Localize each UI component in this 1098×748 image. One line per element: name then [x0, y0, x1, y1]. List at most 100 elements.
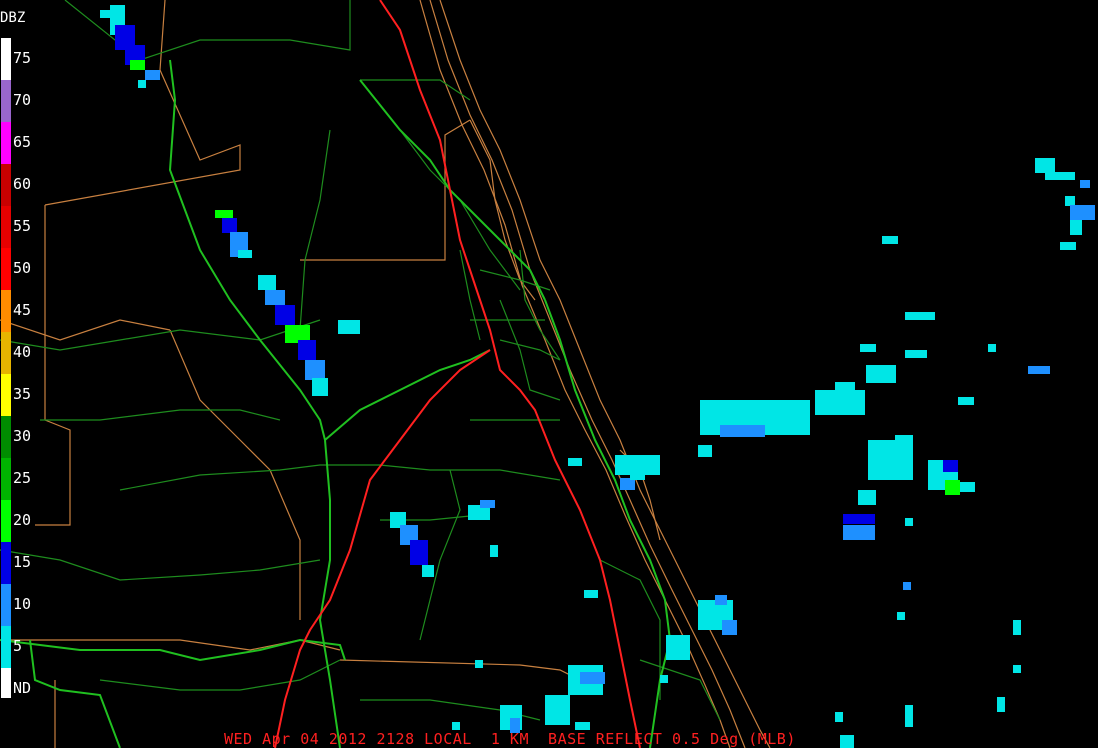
radar-echo-pixel — [480, 500, 495, 508]
radar-echo-pixel — [843, 525, 875, 540]
legend-swatch — [1, 416, 11, 458]
radar-echo-pixel — [1013, 665, 1021, 673]
radar-echo-pixel — [815, 390, 865, 415]
radar-echo-pixel — [905, 350, 927, 358]
radar-echo-pixel — [1070, 205, 1095, 220]
legend-label: 35 — [13, 385, 32, 403]
radar-echo-pixel — [840, 735, 854, 748]
radar-echo-pixel — [312, 378, 328, 396]
legend-label: 65 — [13, 133, 32, 151]
radar-echo-pixel — [138, 80, 146, 88]
radar-echo-pixel — [715, 595, 727, 605]
legend-label: 50 — [13, 259, 32, 277]
legend-swatch — [1, 374, 11, 416]
legend-label: 70 — [13, 91, 32, 109]
radar-echo-pixel — [630, 470, 645, 480]
radar-echo-pixel — [905, 518, 913, 526]
legend-swatch — [1, 248, 11, 290]
radar-echo-pixel — [575, 722, 590, 730]
radar-echo-pixel — [215, 210, 233, 218]
radar-echo-pixel — [945, 480, 960, 495]
radar-echo-pixel — [1045, 172, 1075, 180]
radar-echo-pixel — [1013, 620, 1021, 635]
status-footer: WED Apr 04 2012 2128 LOCAL 1 KM BASE REF… — [224, 730, 796, 748]
legend-swatch — [1, 584, 11, 626]
legend-title: DBZ — [0, 10, 26, 26]
radar-echo-pixel — [958, 397, 974, 405]
legend-label: 45 — [13, 301, 32, 319]
legend-swatch — [1, 668, 11, 698]
radar-echo-pixel — [988, 344, 996, 352]
radar-echo-pixel — [545, 695, 570, 725]
radar-echo-pixel — [222, 218, 237, 233]
radar-echo-pixel — [835, 712, 843, 722]
radar-echo-pixel — [720, 425, 765, 437]
radar-echo-pixel — [452, 722, 460, 730]
radar-echo-pixel — [1035, 158, 1055, 173]
radar-echo-pixel — [298, 340, 316, 360]
dbz-legend: DBZ 75 70 65 60 55 50 45 40 35 30 25 20 15 10 5 ND — [0, 0, 40, 748]
legend-swatch — [1, 458, 11, 500]
legend-label: 25 — [13, 469, 32, 487]
radar-echo-pixel — [860, 344, 876, 352]
radar-echo-pixel — [943, 460, 958, 472]
radar-map — [0, 0, 1095, 748]
legend-label: 30 — [13, 427, 32, 445]
legend-swatch — [1, 626, 11, 668]
radar-echo-pixel — [895, 435, 913, 445]
radar-echo-pixel — [868, 440, 913, 480]
radar-echo-pixel — [410, 540, 428, 565]
radar-echo-pixel — [960, 482, 975, 492]
radar-echoes — [100, 5, 1095, 748]
radar-echo-pixel — [422, 565, 434, 577]
county-boundaries — [0, 0, 581, 748]
radar-echo-pixel — [258, 275, 276, 290]
radar-echo-pixel — [584, 590, 598, 598]
radar-echo-pixel — [905, 312, 935, 320]
major-roads — [0, 59, 671, 748]
radar-echo-pixel — [882, 236, 898, 244]
legend-label: 55 — [13, 217, 32, 235]
radar-echo-pixel — [130, 60, 145, 70]
radar-echo-pixel — [1028, 366, 1050, 374]
radar-echo-pixel — [580, 672, 605, 684]
radar-echo-pixel — [338, 320, 360, 334]
radar-echo-pixel — [835, 382, 855, 390]
radar-echo-pixel — [722, 620, 737, 635]
radar-echo-pixel — [1060, 242, 1076, 250]
legend-swatch — [1, 206, 11, 248]
legend-swatch — [1, 542, 11, 584]
radar-echo-pixel — [490, 545, 498, 557]
legend-label: 60 — [13, 175, 32, 193]
radar-echo-pixel — [1065, 196, 1075, 206]
radar-echo-pixel — [997, 697, 1005, 712]
legend-swatch — [1, 332, 11, 374]
radar-echo-pixel — [1080, 180, 1090, 188]
legend-label: 5 — [13, 637, 23, 655]
radar-echo-pixel — [905, 705, 913, 727]
radar-echo-pixel — [568, 458, 582, 466]
radar-echo-pixel — [275, 305, 295, 325]
coastline — [419, 0, 771, 748]
radar-echo-pixel — [866, 365, 896, 383]
radar-echo-pixel — [660, 675, 668, 683]
legend-label: 40 — [13, 343, 32, 361]
radar-echo-pixel — [238, 250, 252, 258]
legend-label: 75 — [13, 49, 32, 67]
legend-label: 20 — [13, 511, 32, 529]
radar-echo-pixel — [858, 490, 876, 505]
legend-label: 15 — [13, 553, 32, 571]
legend-label: 10 — [13, 595, 32, 613]
radar-echo-pixel — [666, 635, 690, 660]
radar-echo-pixel — [1070, 220, 1082, 235]
radar-echo-pixel — [698, 445, 712, 457]
legend-swatch — [1, 122, 11, 164]
legend-swatch — [1, 80, 11, 122]
legend-swatch — [1, 500, 11, 542]
radar-echo-pixel — [265, 290, 285, 305]
radar-echo-pixel — [305, 360, 325, 380]
radar-display: DBZ 75 70 65 60 55 50 45 40 35 30 25 20 15 10 5 ND WED … — [0, 0, 1098, 748]
radar-echo-pixel — [145, 70, 160, 80]
radar-echo-pixel — [475, 660, 483, 668]
legend-label: ND — [13, 679, 32, 697]
